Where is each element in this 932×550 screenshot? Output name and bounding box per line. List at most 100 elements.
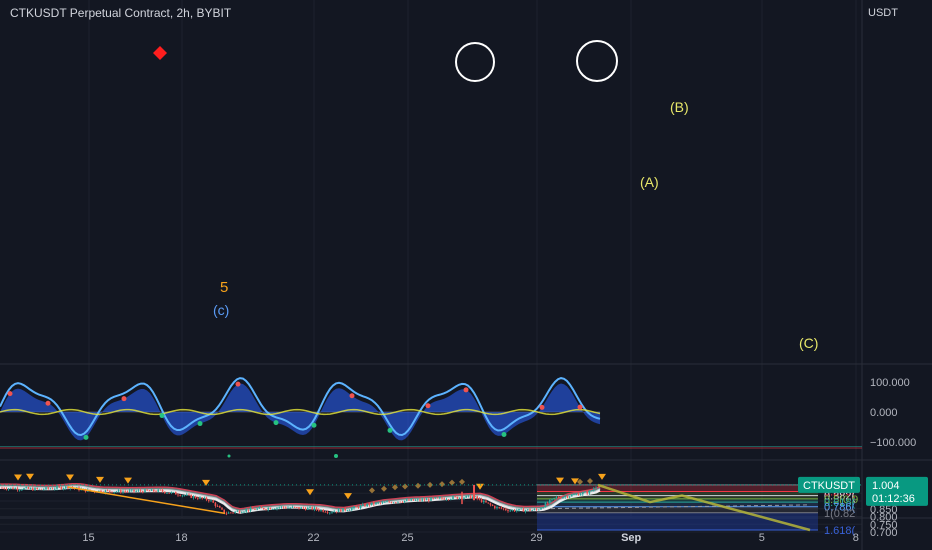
time-tick-label: 18 <box>175 532 187 544</box>
candle-body <box>194 496 197 499</box>
osc-dot <box>83 434 89 440</box>
fib-zone <box>537 502 818 507</box>
wave-label-c-small: (c) <box>213 302 229 318</box>
candle-body <box>166 492 168 494</box>
candle-body <box>533 509 536 511</box>
candle-body <box>557 497 560 498</box>
candle-body <box>298 507 300 509</box>
wave-label-B: (B) <box>670 99 689 115</box>
candle-body <box>395 502 397 504</box>
candle-body <box>370 502 373 506</box>
candle-body <box>447 499 450 501</box>
candle-body <box>62 488 65 490</box>
candle-body <box>265 509 267 511</box>
candle-body <box>329 512 331 514</box>
candle-body <box>192 496 195 498</box>
candle-body <box>56 486 58 489</box>
candle-body <box>498 506 500 508</box>
candle-body <box>392 502 395 504</box>
candle-body <box>348 510 351 511</box>
osc-dot <box>463 387 469 393</box>
osc-dot <box>387 427 393 433</box>
chart-canvas[interactable]: 0(1.000.236(0.382(0.5(0.90.618(0.786(1(0… <box>0 0 932 550</box>
candle-body <box>227 512 230 514</box>
candle-body <box>445 499 448 501</box>
candle-body <box>388 501 390 503</box>
candle-body <box>359 505 362 508</box>
fib-level-label: 1.618( <box>824 525 856 537</box>
candle-body <box>14 488 16 490</box>
candle-body <box>157 489 159 492</box>
candle-body <box>23 488 25 490</box>
candle-body <box>269 508 272 510</box>
last-price-value: 1.004 <box>872 480 900 492</box>
candle-body <box>527 509 529 511</box>
candle-body <box>212 500 214 503</box>
candle-body <box>575 493 577 495</box>
candle-body <box>285 507 287 509</box>
candle-body <box>254 509 256 510</box>
candle-body <box>403 500 406 503</box>
candle-body <box>32 488 34 491</box>
candle-body <box>454 496 456 498</box>
candle-body <box>340 509 342 512</box>
candle-body <box>551 498 553 500</box>
candle-body <box>12 487 14 490</box>
candle-body <box>423 499 426 501</box>
osc-dot <box>577 404 583 410</box>
candle-body <box>397 501 399 503</box>
wave-label-A: (A) <box>640 174 659 190</box>
candle-body <box>164 491 166 494</box>
candle-body <box>489 503 492 505</box>
candle-body <box>21 489 23 491</box>
candle-body <box>410 499 412 501</box>
candle-body <box>139 490 142 492</box>
candle-body <box>47 487 49 489</box>
candle-body <box>351 508 353 511</box>
candle-body <box>480 499 483 503</box>
candle-body <box>483 500 485 503</box>
candle-body <box>161 489 164 492</box>
chart-root: 0(1.000.236(0.382(0.5(0.90.618(0.786(1(0… <box>0 0 932 550</box>
candle-body <box>278 507 280 509</box>
candle-body <box>245 509 247 512</box>
candle-body <box>509 510 511 512</box>
candle-body <box>364 504 366 507</box>
candle-body <box>430 497 432 501</box>
candle-body <box>153 489 155 492</box>
osc-dot <box>273 420 279 426</box>
candle-body <box>577 493 580 496</box>
candle-body <box>29 488 32 489</box>
candle-body <box>467 495 470 497</box>
osc-dot <box>121 396 127 402</box>
candle-body <box>373 502 375 505</box>
candle-body <box>109 490 111 492</box>
candle-body <box>232 512 234 514</box>
candle-body <box>564 496 566 498</box>
candle-body <box>588 490 591 494</box>
candle-body <box>342 508 344 512</box>
candle-body <box>203 497 206 499</box>
candle-body <box>142 491 144 493</box>
candle-body <box>175 492 177 495</box>
candle-body <box>60 487 63 490</box>
osc-dot <box>425 403 431 409</box>
candle-body <box>357 506 360 508</box>
candle-body <box>197 498 199 499</box>
candle-body <box>190 494 192 498</box>
candle-body <box>417 499 419 501</box>
candle-body <box>553 497 555 499</box>
candle-body <box>65 486 67 489</box>
candle-body <box>210 500 212 502</box>
candle-body <box>230 512 232 514</box>
candle-body <box>287 507 289 509</box>
candle-body <box>115 491 118 493</box>
candle-body <box>49 488 52 490</box>
candle-body <box>595 487 597 489</box>
candle-body <box>113 491 115 493</box>
osc-dot <box>227 454 231 458</box>
candle-body <box>120 490 122 493</box>
candle-body <box>225 513 228 515</box>
candle-body <box>500 507 503 509</box>
candle-body <box>1 487 3 489</box>
